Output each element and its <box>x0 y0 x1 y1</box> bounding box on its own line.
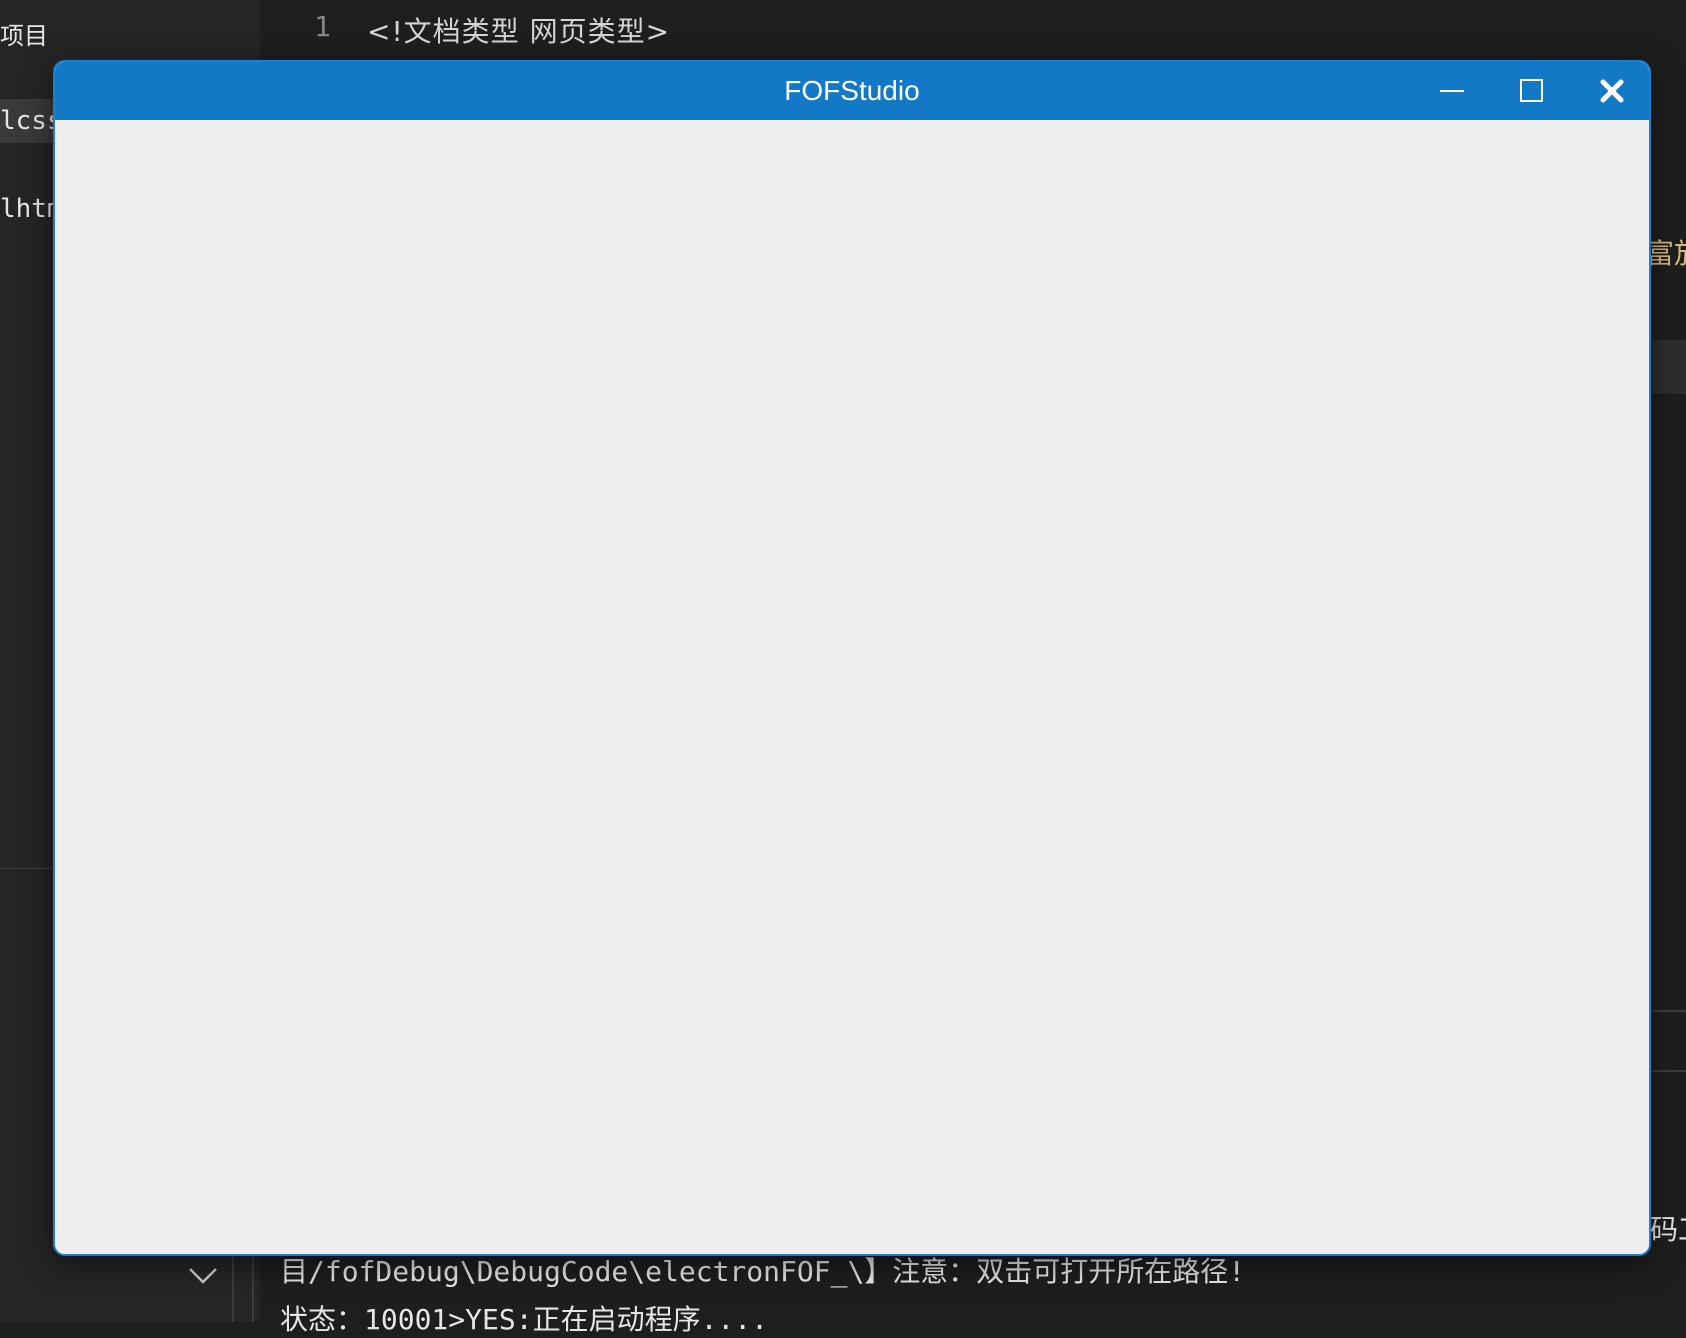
close-icon <box>1600 79 1624 103</box>
output-text-fragment: 码工 <box>1650 1213 1686 1246</box>
terminal-status-line: 状态：10001>YES:正在启动程序.... <box>280 1303 769 1336</box>
maximize-button[interactable] <box>1502 62 1562 120</box>
window-title: FOFStudio <box>784 75 920 106</box>
minimize-icon <box>1440 90 1464 92</box>
editor-text-fragment: 富放 <box>1646 237 1686 270</box>
terminal-output-line: 目/fofDebug\DebugCode\electronFOF_\】注意：双击… <box>280 1255 1246 1288</box>
panel-divider <box>232 1250 234 1322</box>
panel-divider-2 <box>252 1250 254 1322</box>
code-line[interactable]: <!文档类型 网页类型> <box>367 10 670 50</box>
line-number: 1 <box>314 10 331 43</box>
panel-border-2 <box>1652 1070 1686 1072</box>
close-button[interactable] <box>1582 62 1642 120</box>
window-content-area[interactable] <box>55 120 1649 1254</box>
maximize-icon <box>1520 79 1543 102</box>
chevron-down-icon[interactable] <box>188 1266 218 1286</box>
minimize-button[interactable] <box>1422 62 1482 120</box>
panel-border <box>1652 1010 1686 1012</box>
window-titlebar[interactable]: FOFStudio <box>55 62 1649 120</box>
fofstudio-window[interactable]: FOFStudio <box>53 60 1651 1256</box>
sidebar-title: 项目 <box>0 22 48 50</box>
line-highlight <box>1652 340 1686 394</box>
